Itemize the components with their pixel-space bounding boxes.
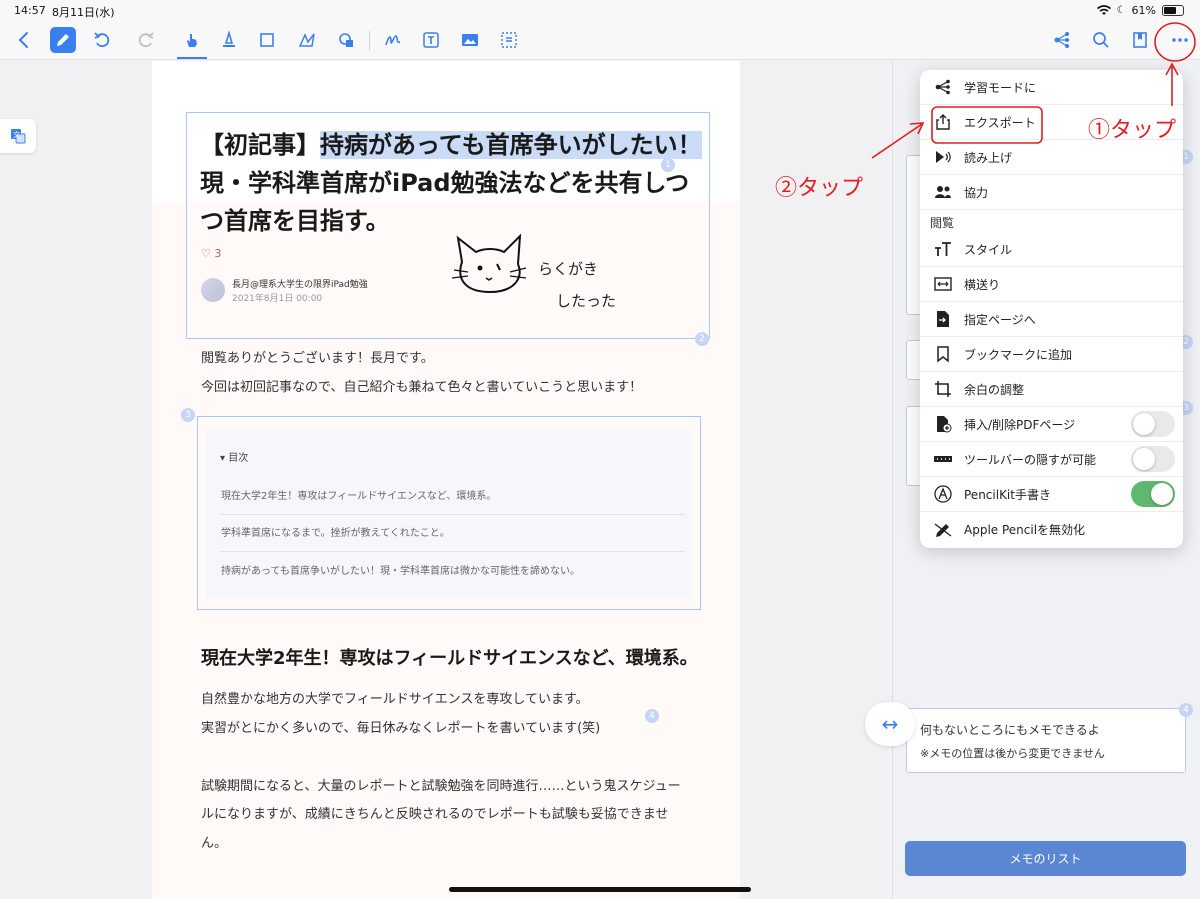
annotation-tap-2: ②タップ (775, 176, 864, 201)
annotation-tap-1: ①タップ (1088, 118, 1177, 143)
annotation-drawing (871, 22, 1196, 159)
home-indicator (449, 887, 751, 892)
